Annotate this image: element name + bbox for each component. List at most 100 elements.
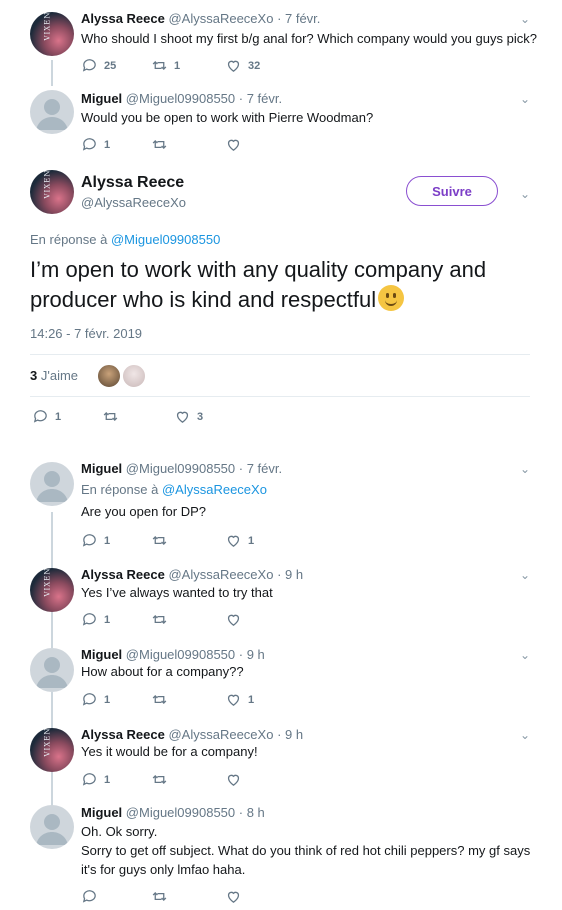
like-count: 32 [248, 59, 261, 72]
avatar[interactable] [30, 90, 74, 134]
reply-button[interactable]: 1 [81, 771, 110, 788]
avatar[interactable]: VIXEN [30, 12, 74, 56]
retweet-button[interactable] [151, 771, 168, 788]
tweet-text: Yes I’ve always wanted to try that [81, 585, 273, 600]
heart-icon [227, 535, 240, 547]
reply-count: 1 [104, 613, 111, 626]
reply-button[interactable]: 1 [81, 136, 110, 153]
reply-button[interactable]: 1 [81, 691, 110, 708]
likes-summary[interactable]: 3 J'aime [30, 368, 78, 383]
reply-count: 1 [55, 410, 62, 423]
tweet-time[interactable]: · 7 févr. [239, 91, 282, 106]
avatar[interactable] [30, 805, 74, 849]
like-button[interactable] [225, 136, 242, 153]
author-handle[interactable]: @AlyssaReeceXo [168, 11, 273, 26]
retweet-button[interactable]: 1 [151, 57, 180, 74]
chevron-down-icon[interactable]: ⌄ [520, 92, 530, 106]
tweet[interactable]: Miguel @Miguel09908550 · 7 févr. ⌄ Would… [0, 86, 562, 160]
chevron-down-icon[interactable]: ⌄ [520, 728, 530, 742]
author-handle[interactable]: @AlyssaReeceXo [168, 727, 273, 742]
author-handle[interactable]: @AlyssaReeceXo [81, 195, 186, 210]
chevron-down-icon[interactable]: ⌄ [520, 462, 530, 476]
tweet[interactable]: VIXEN Alyssa Reece @AlyssaReeceXo · 9 h … [0, 725, 562, 805]
reply-button[interactable]: 1 [81, 532, 110, 549]
tweet-time[interactable]: · 9 h [277, 727, 303, 742]
retweet-button[interactable] [151, 611, 168, 628]
reply-to-link[interactable]: @Miguel09908550 [111, 232, 220, 247]
tweet-time[interactable]: · 7 févr. [277, 11, 320, 26]
avatar[interactable] [30, 462, 74, 506]
like-button[interactable]: 1 [225, 691, 254, 708]
tweet-text: Oh. Ok sorry. Sorry to get off subject. … [81, 824, 531, 877]
tweet-time[interactable]: · 8 h [239, 805, 265, 820]
chevron-down-icon[interactable]: ⌄ [520, 648, 530, 662]
reply-icon [82, 534, 96, 547]
tweet[interactable]: VIXEN Alyssa Reece @AlyssaReeceXo · 7 fé… [0, 0, 562, 86]
heart-icon [227, 774, 240, 786]
reply-prefix: En réponse à [81, 482, 159, 497]
avatar[interactable] [30, 648, 74, 692]
retweet-icon [152, 536, 167, 545]
tweet[interactable]: Miguel @Miguel09908550 · 9 h ⌄ How about… [0, 645, 562, 725]
divider [30, 396, 530, 397]
tweet-time[interactable]: · 7 févr. [239, 461, 282, 476]
like-count: 1 [248, 693, 255, 706]
like-button[interactable]: 1 [225, 532, 254, 549]
retweet-button[interactable] [151, 888, 168, 905]
tweet-time[interactable]: · 9 h [277, 567, 303, 582]
retweet-button[interactable] [151, 136, 168, 153]
author-handle[interactable]: @Miguel09908550 [126, 91, 235, 106]
tweet-time[interactable]: · 9 h [239, 647, 265, 662]
avatar[interactable]: VIXEN [30, 728, 74, 772]
author-name[interactable]: Miguel [81, 91, 122, 106]
follow-button[interactable]: Suivre [406, 176, 498, 206]
author-handle[interactable]: @Miguel09908550 [126, 461, 235, 476]
retweet-icon [103, 412, 118, 421]
liker-avatar[interactable] [121, 363, 147, 389]
heart-icon [227, 694, 240, 706]
reply-icon [82, 59, 96, 72]
reply-button[interactable] [81, 888, 98, 905]
tweet[interactable]: Miguel @Miguel09908550 · 7 févr. ⌄ En ré… [0, 455, 562, 565]
author-name[interactable]: Miguel [81, 647, 122, 662]
reply-count: 1 [104, 138, 111, 151]
author-handle[interactable]: @AlyssaReeceXo [168, 567, 273, 582]
reply-button[interactable]: 25 [81, 57, 116, 74]
default-avatar-icon [36, 471, 68, 502]
main-tweet-text: I’m open to work with any quality compan… [30, 257, 487, 312]
author-name[interactable]: Miguel [81, 805, 122, 820]
like-button[interactable] [225, 888, 242, 905]
avatar[interactable]: VIXEN [30, 170, 74, 214]
chevron-down-icon[interactable]: ⌄ [520, 568, 530, 582]
retweet-icon [152, 892, 167, 901]
author-name[interactable]: Alyssa Reece [81, 727, 165, 742]
retweet-button[interactable] [151, 691, 168, 708]
reply-icon [82, 613, 96, 626]
author-name[interactable]: Alyssa Reece [81, 11, 165, 26]
tweet[interactable]: Miguel @Miguel09908550 · 8 h Oh. Ok sorr… [0, 805, 562, 910]
author-name[interactable]: Alyssa Reece [81, 174, 184, 192]
reply-button[interactable]: 1 [81, 611, 110, 628]
like-button[interactable]: 3 [174, 408, 203, 425]
retweet-icon [152, 695, 167, 704]
retweet-button[interactable] [102, 408, 119, 425]
tweet-timestamp[interactable]: 14:26 - 7 févr. 2019 [30, 326, 142, 341]
like-button[interactable] [225, 771, 242, 788]
tweet[interactable]: VIXEN Alyssa Reece @AlyssaReeceXo · 9 h … [0, 565, 562, 645]
like-button[interactable] [225, 611, 242, 628]
tweet-text: Yes it would be for a company! [81, 744, 258, 759]
author-handle[interactable]: @Miguel09908550 [126, 805, 235, 820]
chevron-down-icon[interactable]: ⌄ [520, 12, 530, 26]
author-handle[interactable]: @Miguel09908550 [126, 647, 235, 662]
reply-to-link[interactable]: @AlyssaReeceXo [162, 482, 267, 497]
liker-avatar[interactable] [96, 363, 122, 389]
reply-button[interactable]: 1 [32, 408, 61, 425]
heart-icon [227, 60, 240, 72]
author-name[interactable]: Alyssa Reece [81, 567, 165, 582]
author-name[interactable]: Miguel [81, 461, 122, 476]
avatar[interactable]: VIXEN [30, 568, 74, 612]
retweet-button[interactable] [151, 532, 168, 549]
chevron-down-icon[interactable]: ⌄ [520, 187, 530, 201]
like-button[interactable]: 32 [225, 57, 260, 74]
heart-icon [227, 891, 240, 903]
